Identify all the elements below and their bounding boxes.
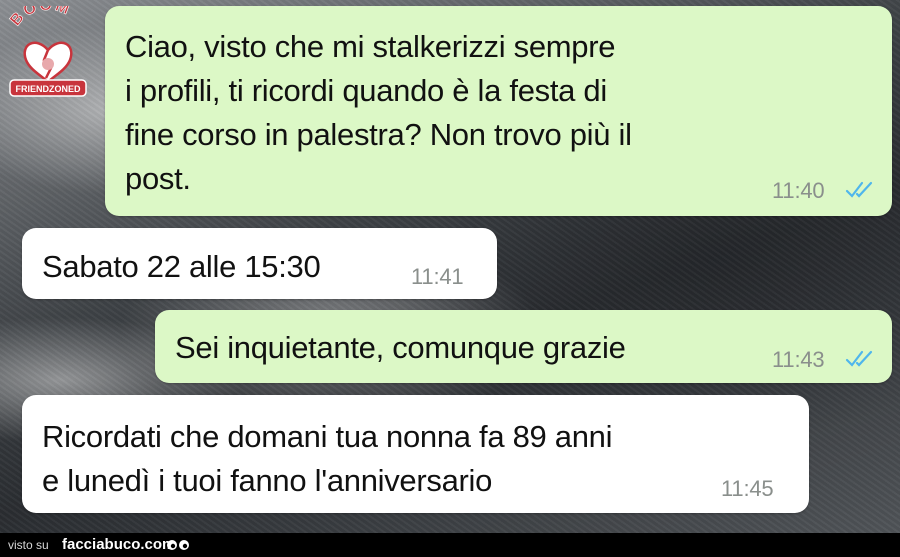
footer-site-link[interactable]: facciabuco.com — [62, 536, 175, 553]
footer-bar: visto su facciabuco.com — [0, 533, 900, 557]
double-check-read-icon — [845, 350, 873, 367]
message-text: Ciao, visto che mi stalkerizzi sempre i … — [125, 29, 632, 196]
broken-heart-icon — [23, 41, 73, 84]
message-time: 11:40 — [772, 178, 825, 203]
logo-banner-text: FRIENDZONED — [16, 84, 82, 94]
message-bubble-incoming[interactable]: Ricordati che domani tua nonna fa 89 ann… — [22, 395, 809, 513]
boom-friendzoned-logo: BOOM FRIENDZONED — [6, 0, 90, 106]
message-time: 11:43 — [772, 347, 825, 372]
message-text: Sei inquietante, comunque grazie — [175, 330, 626, 365]
message-bubble-outgoing[interactable]: Ciao, visto che mi stalkerizzi sempre i … — [105, 6, 892, 216]
message-time: 11:41 — [411, 264, 464, 289]
logo-top-text: BOOM — [7, 0, 72, 29]
message-bubble-outgoing[interactable]: Sei inquietante, comunque grazie 11:43 — [155, 310, 892, 383]
message-text: Sabato 22 alle 15:30 — [42, 249, 321, 284]
eyes-icon — [167, 540, 189, 550]
message-text: Ricordati che domani tua nonna fa 89 ann… — [42, 419, 613, 498]
message-bubble-incoming[interactable]: Sabato 22 alle 15:30 11:41 — [22, 228, 497, 299]
message-time: 11:45 — [721, 476, 774, 501]
svg-text:BOOM: BOOM — [7, 6, 73, 29]
footer-prefix: visto su — [8, 538, 49, 552]
double-check-read-icon — [845, 181, 873, 198]
